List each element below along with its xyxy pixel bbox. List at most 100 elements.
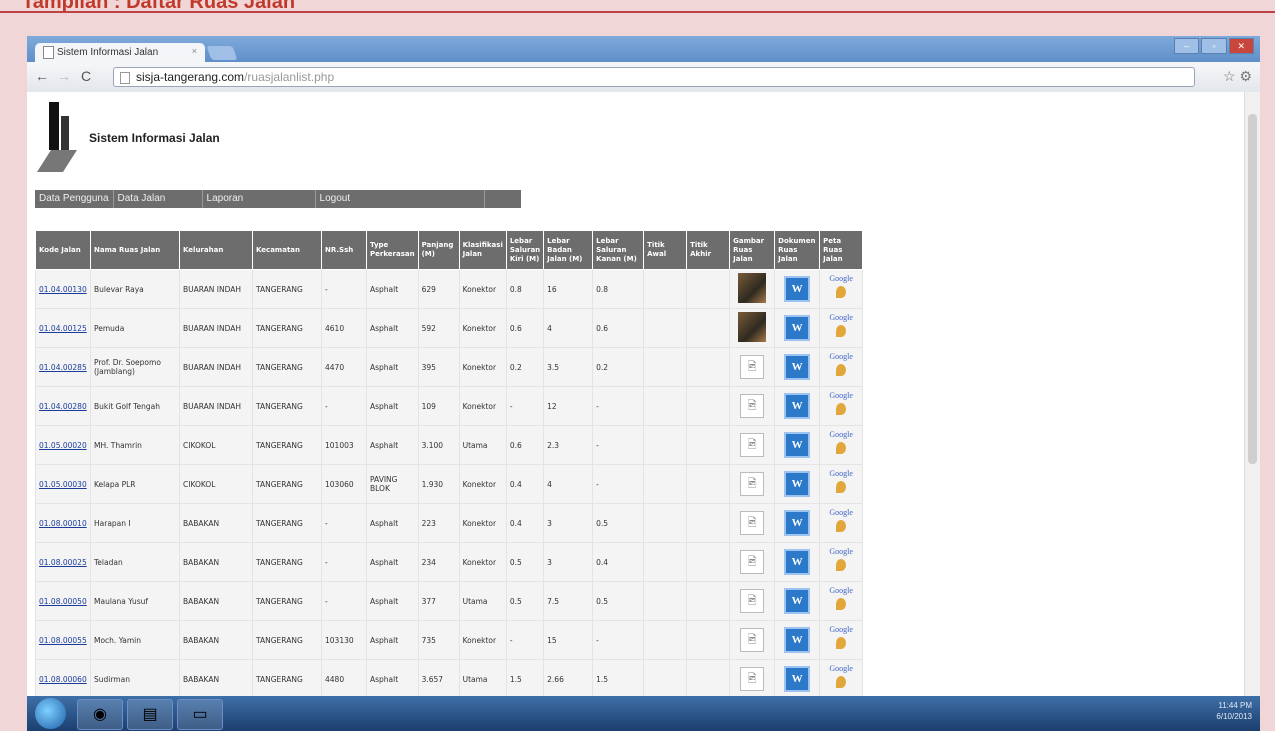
google-map-icon[interactable]: Google — [828, 352, 854, 382]
page-icon — [120, 71, 130, 84]
road-photo-thumbnail[interactable] — [738, 312, 767, 342]
page-heading: Tampilan : Daftar Ruas Jalan — [22, 0, 296, 13]
kode-link[interactable]: 01.08.00050 — [39, 597, 87, 606]
google-map-icon[interactable]: Google — [828, 547, 854, 577]
kode-link[interactable]: 01.08.00060 — [39, 675, 87, 684]
maximize-button[interactable]: ▫ — [1201, 38, 1227, 54]
dokumen-cell: W — [774, 386, 821, 426]
google-map-icon[interactable]: Google — [828, 274, 854, 304]
word-document-icon[interactable]: W — [784, 627, 811, 653]
google-map-label: Google — [829, 352, 853, 361]
start-button[interactable] — [35, 698, 66, 729]
folder-taskbar-icon[interactable]: ▭ — [177, 699, 223, 730]
star-icon[interactable]: ☆ ⚙ — [1223, 68, 1252, 85]
table-row: 01.04.00130 Bulevar Raya BUARAN INDAH TANGE… — [35, 269, 864, 309]
close-window-button[interactable]: ✕ — [1228, 38, 1254, 54]
kode-cell: 01.08.00025 — [35, 542, 91, 582]
image-placeholder-icon[interactable]: 🖻 — [740, 628, 765, 652]
road-photo-thumbnail[interactable] — [738, 273, 767, 303]
google-map-icon[interactable]: Google — [828, 469, 854, 499]
column-header: Titik Awal — [643, 230, 688, 270]
map-pin-icon — [836, 442, 847, 454]
google-map-label: Google — [829, 274, 853, 283]
chrome-taskbar-icon[interactable]: ◉ — [77, 699, 123, 730]
dokumen-cell: W — [774, 347, 821, 387]
column-header: Kecamatan — [252, 230, 322, 270]
back-arrow-icon[interactable]: ← — [35, 68, 49, 84]
minimize-button[interactable]: – — [1174, 38, 1200, 54]
menu-item-logout[interactable]: Logout — [316, 190, 485, 208]
menu-item-data-jalan[interactable]: Data Jalan — [114, 190, 203, 208]
reload-icon[interactable]: C — [81, 68, 91, 84]
google-map-label: Google — [829, 547, 853, 556]
image-placeholder-icon[interactable]: 🖻 — [740, 589, 765, 613]
image-placeholder-icon[interactable]: 🖻 — [740, 550, 765, 574]
word-document-icon[interactable]: W — [784, 549, 811, 575]
kec-cell: TANGERANG — [252, 542, 322, 582]
nama-cell: Teladan — [90, 542, 180, 582]
word-document-icon[interactable]: W — [784, 432, 811, 458]
kel-cell: BUARAN INDAH — [179, 386, 253, 426]
kode-link[interactable]: 01.08.00010 — [39, 519, 87, 528]
nama-cell: Bukit Golf Tengah — [90, 386, 180, 426]
titik-akhir-cell — [686, 464, 731, 504]
kode-link[interactable]: 01.08.00025 — [39, 558, 87, 567]
google-map-icon[interactable]: Google — [828, 430, 854, 460]
google-map-icon[interactable]: Google — [828, 508, 854, 538]
kode-link[interactable]: 01.08.00055 — [39, 636, 87, 645]
dokumen-cell: W — [774, 542, 821, 582]
gambar-cell: 🖻 — [729, 620, 776, 660]
kode-link[interactable]: 01.05.00020 — [39, 441, 87, 450]
kode-link[interactable]: 01.04.00130 — [39, 285, 87, 294]
klas-cell: Utama — [458, 425, 507, 465]
menu-item-data-pengguna[interactable]: Data Pengguna — [35, 190, 114, 208]
image-placeholder-icon[interactable]: 🖻 — [740, 511, 765, 535]
image-placeholder-icon[interactable]: 🖻 — [740, 433, 765, 457]
google-map-icon[interactable]: Google — [828, 586, 854, 616]
word-document-icon[interactable]: W — [784, 471, 811, 497]
new-tab-button[interactable] — [206, 46, 238, 60]
image-placeholder-icon[interactable]: 🖻 — [740, 355, 765, 379]
google-map-label: Google — [829, 391, 853, 400]
table-row: 01.08.00010 Harapan I BABAKAN TANGERANG - Asp… — [35, 503, 864, 543]
kode-cell: 01.08.00050 — [35, 581, 91, 621]
google-map-icon[interactable]: Google — [828, 313, 854, 343]
kode-link[interactable]: 01.04.00285 — [39, 363, 87, 372]
tab-close-icon[interactable]: × — [192, 46, 197, 56]
word-document-icon[interactable]: W — [784, 276, 811, 302]
forward-arrow-icon[interactable]: → — [57, 68, 71, 84]
table-row: 01.04.00125 Pemuda BUARAN INDAH TANGERANG 46… — [35, 308, 864, 348]
word-taskbar-icon[interactable]: ▤ — [127, 699, 173, 730]
peta-cell: Google — [819, 620, 864, 660]
browser-tab[interactable]: Sistem Informasi Jalan × — [35, 43, 205, 62]
titik-awal-cell — [643, 308, 688, 348]
word-document-icon[interactable]: W — [784, 393, 811, 419]
kanan-cell: 0.5 — [592, 581, 645, 621]
kode-link[interactable]: 01.04.00125 — [39, 324, 87, 333]
kode-cell: 01.04.00280 — [35, 386, 91, 426]
google-map-icon[interactable]: Google — [828, 664, 854, 694]
image-placeholder-icon[interactable]: 🖻 — [740, 394, 765, 418]
google-map-label: Google — [829, 586, 853, 595]
google-map-icon[interactable]: Google — [828, 391, 854, 421]
url-path: /ruasjalanlist.php — [244, 70, 335, 84]
dokumen-cell: W — [774, 620, 821, 660]
column-header: Titik Akhir — [686, 230, 731, 270]
word-document-icon[interactable]: W — [784, 315, 811, 341]
image-placeholder-icon[interactable]: 🖻 — [740, 667, 765, 691]
scrollbar-thumb[interactable] — [1248, 114, 1257, 464]
word-document-icon[interactable]: W — [784, 588, 811, 614]
address-bar[interactable]: sisja-tangerang.com/ruasjalanlist.php — [113, 67, 1195, 87]
word-document-icon[interactable]: W — [784, 666, 811, 692]
titik-awal-cell — [643, 464, 688, 504]
vertical-scrollbar[interactable] — [1244, 92, 1260, 702]
nr-cell: 4610 — [321, 308, 367, 348]
menu-item-laporan[interactable]: Laporan — [203, 190, 316, 208]
kanan-cell: 1.5 — [592, 659, 645, 699]
kode-link[interactable]: 01.04.00280 — [39, 402, 87, 411]
kode-link[interactable]: 01.05.00030 — [39, 480, 87, 489]
word-document-icon[interactable]: W — [784, 510, 811, 536]
word-document-icon[interactable]: W — [784, 354, 811, 380]
google-map-icon[interactable]: Google — [828, 625, 854, 655]
image-placeholder-icon[interactable]: 🖻 — [740, 472, 765, 496]
